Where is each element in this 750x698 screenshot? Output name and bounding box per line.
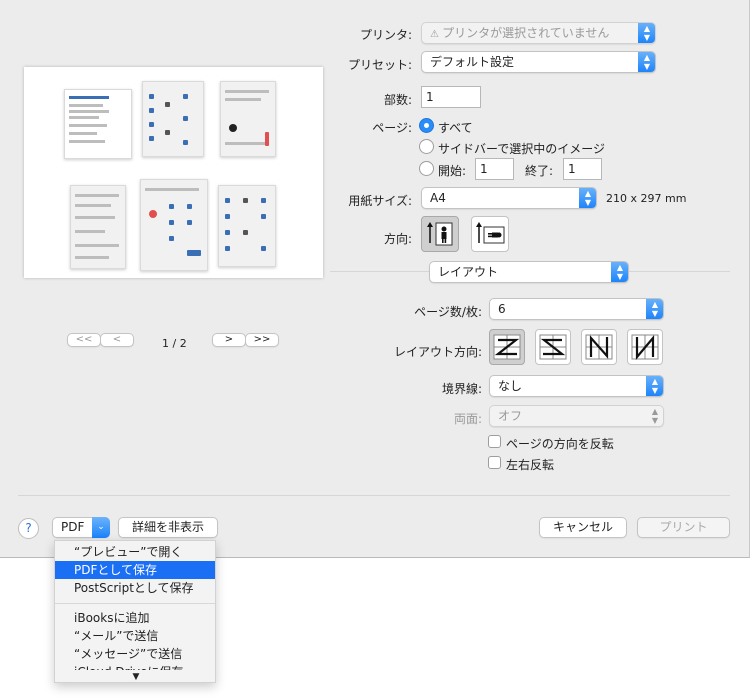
pdf-dropdown-menu: “プレビュー”で開く PDFとして保存 PostScriptとして保存 iBoo… (54, 540, 216, 683)
pages-all-radio[interactable] (419, 118, 434, 133)
menu-item-open-in-preview[interactable]: “プレビュー”で開く (55, 543, 215, 561)
pages-range-radio[interactable] (419, 161, 434, 176)
paper-size-label: 用紙サイズ: (348, 194, 412, 208)
popup-arrows-icon: ▲ ▼ (638, 23, 655, 43)
preset-popup[interactable]: デフォルト設定 ▲ ▼ (421, 51, 656, 73)
reverse-orientation-label: ページの方向を反転 (506, 437, 614, 451)
scroll-down-arrow-icon[interactable]: ▼ (55, 670, 215, 682)
flip-horizontal-checkbox[interactable] (488, 456, 501, 469)
copies-label: 部数: (383, 93, 412, 107)
layout-direction-reverse-z-button[interactable] (535, 329, 571, 365)
landscape-icon (476, 222, 505, 244)
pages-per-sheet-popup[interactable]: 6 ▲ ▼ (489, 298, 664, 320)
layout-direction-z-button[interactable] (489, 329, 525, 365)
layout-z-icon (493, 334, 521, 360)
flip-horizontal-label: 左右反転 (506, 458, 555, 472)
popup-arrows-icon: ▲ ▼ (646, 299, 663, 319)
pages-from-field[interactable]: 1 (475, 158, 514, 180)
reverse-orientation-checkbox[interactable] (488, 435, 501, 448)
chevron-down-icon: ⌄ (92, 517, 110, 538)
paper-size-value: A4 (430, 191, 446, 205)
portrait-icon (427, 222, 453, 246)
two-sided-label: 両面: (453, 412, 482, 426)
pages-to-field[interactable]: 1 (563, 158, 602, 180)
preview-page-thumbnail (220, 81, 276, 157)
two-sided-value: オフ (498, 409, 523, 423)
pages-all-label: すべて (438, 121, 473, 135)
help-button[interactable]: ? (18, 518, 39, 539)
warning-icon: ⚠ (430, 29, 443, 40)
menu-item-save-as-postscript[interactable]: PostScriptとして保存 (55, 579, 215, 597)
border-label: 境界線: (441, 382, 482, 396)
first-page-button[interactable]: << (67, 333, 101, 347)
preview-page-thumbnail (218, 185, 276, 267)
layout-n-icon (585, 334, 613, 360)
cancel-button[interactable]: キャンセル (539, 517, 627, 538)
popup-arrows-icon: ▲ ▼ (646, 376, 663, 396)
popup-arrows-icon: ▲ ▼ (611, 262, 628, 282)
preview-page-thumbnail (142, 81, 204, 157)
paper-size-popup[interactable]: A4 ▲ ▼ (421, 187, 597, 209)
menu-item-send-message[interactable]: “メッセージ”で送信 (55, 645, 215, 663)
landscape-orientation-button[interactable] (471, 216, 509, 252)
pages-label: ページ: (372, 121, 412, 135)
layout-reverse-n-icon (631, 334, 659, 361)
portrait-orientation-button[interactable] (421, 216, 459, 252)
print-dialog: << < 1 / 2 > >> プリンタ: ⚠ プリンタが選択されていません ▲… (0, 0, 750, 558)
layout-direction-reverse-n-button[interactable] (627, 329, 663, 365)
border-value: なし (498, 379, 523, 393)
last-page-button[interactable]: >> (245, 333, 279, 347)
page-indicator: 1 / 2 (162, 337, 187, 350)
bottom-divider (18, 495, 730, 496)
popup-arrows-icon: ▲ ▼ (651, 407, 659, 425)
popup-arrows-icon: ▲ ▼ (638, 52, 655, 72)
pages-per-sheet-value: 6 (498, 302, 506, 316)
pages-to-label: 終了: (525, 164, 554, 178)
layout-direction-label: レイアウト方向: (393, 345, 482, 359)
preset-label: プリセット: (347, 58, 412, 72)
pages-per-sheet-label: ページ数/枚: (414, 305, 482, 319)
two-sided-popup[interactable]: オフ ▲ ▼ (489, 405, 664, 427)
print-button[interactable]: プリント (637, 517, 730, 538)
layout-direction-n-button[interactable] (581, 329, 617, 365)
printer-popup[interactable]: ⚠ プリンタが選択されていません ▲ ▼ (421, 22, 656, 44)
printer-value: プリンタが選択されていません (442, 26, 610, 40)
pdf-label: PDF (61, 520, 85, 534)
paper-dimensions: 210 x 297 mm (606, 192, 687, 205)
preview-page-thumbnail (140, 179, 208, 271)
printer-label: プリンタ: (359, 28, 412, 42)
border-popup[interactable]: なし ▲ ▼ (489, 375, 664, 397)
section-popup[interactable]: レイアウト ▲ ▼ (429, 261, 629, 283)
pages-from-label: 開始: (438, 164, 467, 178)
preview-page-thumbnail (70, 185, 126, 269)
previous-page-button[interactable]: < (100, 333, 134, 347)
next-page-button[interactable]: > (212, 333, 246, 347)
preview-page-thumbnail (64, 89, 132, 159)
hide-details-button[interactable]: 詳細を非表示 (118, 517, 218, 538)
pages-selection-radio[interactable] (419, 139, 434, 154)
orientation-label: 方向: (383, 232, 412, 246)
menu-item-save-as-pdf[interactable]: PDFとして保存 (55, 561, 215, 579)
pdf-menu-button[interactable]: PDF ⌄ (52, 517, 110, 538)
layout-reverse-z-icon (539, 334, 567, 360)
section-value: レイアウト (438, 265, 499, 279)
menu-item-send-mail[interactable]: “メール”で送信 (55, 627, 215, 645)
popup-arrows-icon: ▲ ▼ (579, 188, 596, 208)
pages-selection-label: サイドバーで選択中のイメージ (438, 142, 606, 156)
copies-field[interactable]: 1 (421, 86, 481, 108)
menu-item-add-to-ibooks[interactable]: iBooksに追加 (55, 609, 215, 627)
menu-separator (55, 603, 215, 604)
print-preview (24, 67, 323, 278)
preset-value: デフォルト設定 (430, 55, 515, 69)
